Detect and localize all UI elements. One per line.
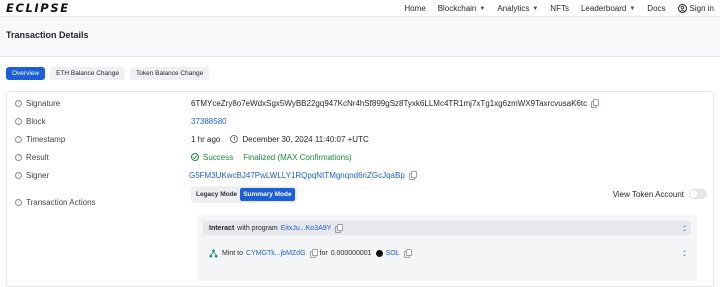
mint-for-text: for xyxy=(319,249,328,257)
check-circle-icon xyxy=(191,153,199,161)
chevron-down-icon: ▼ xyxy=(532,5,539,12)
main-nav: Home Blockchain ▼ Analytics ▼ NFTs Leaderb… xyxy=(392,0,714,17)
copy-icon[interactable] xyxy=(403,249,412,258)
mint-amount: 0.000000001 xyxy=(330,249,372,257)
mint-prefix: Mint to xyxy=(222,249,244,257)
chevron-down-icon: ▼ xyxy=(629,5,636,12)
nav-nfts-label: NFTs xyxy=(550,4,569,13)
signin-label: Sign in xyxy=(689,4,714,13)
nav-docs-label: Docs xyxy=(647,4,666,13)
nav-home-label: Home xyxy=(404,4,426,13)
nav-nfts[interactable]: NFTs xyxy=(550,4,569,13)
help-icon[interactable]: ? xyxy=(15,198,22,206)
result-value-group: Success Finalized (MAX Confirmations) xyxy=(191,153,352,162)
tab-token-balance-change[interactable]: Token Balance Change xyxy=(129,67,210,80)
interact-prefix: Interact xyxy=(209,224,235,232)
program-link[interactable]: EitxJu...Ko3A9Y xyxy=(281,225,332,232)
sol-token-icon xyxy=(375,249,383,257)
user-icon xyxy=(677,4,687,13)
result-label-group: ? Result xyxy=(15,153,191,162)
timestamp-value-group: 1 hr ago December 30, 2024 11:40:07 +UTC xyxy=(191,135,369,144)
transaction-panel: Overview ETH Balance Change Token Balanc… xyxy=(0,56,720,287)
timestamp-absolute: December 30, 2024 11:40:07 +UTC xyxy=(242,134,369,144)
block-label-group: ? Block xyxy=(15,117,191,126)
view-token-account-label: View Token Account xyxy=(612,189,684,199)
nav-leaderboard-label: Leaderboard xyxy=(580,4,627,13)
help-icon[interactable]: ? xyxy=(15,153,22,161)
interact-action-row[interactable]: Interact with program EitxJu...Ko3A9Y ⌄ ⌄ xyxy=(203,221,691,235)
signer-link[interactable]: G5FM3UKwcBJ47PwLWLLY1RQpqNtTMgnqnd6nZGcJ… xyxy=(189,171,405,180)
tab-overview[interactable]: Overview xyxy=(6,67,46,80)
signer-label-group: ? Signer xyxy=(15,171,191,180)
copy-icon[interactable] xyxy=(408,171,417,180)
actions-label-group: ? Transaction Actions xyxy=(15,198,191,207)
nav-home[interactable]: Home xyxy=(404,4,425,13)
actions-label: Transaction Actions xyxy=(26,197,96,207)
timestamp-row: ? Timestamp 1 hr ago December 30, 2024 11:… xyxy=(15,133,705,145)
legacy-mode-button[interactable]: Legacy Mode xyxy=(193,188,240,201)
nav-docs[interactable]: Docs xyxy=(647,4,665,13)
timestamp-label: Timestamp xyxy=(26,134,66,144)
actions-list: Interact with program EitxJu...Ko3A9Y ⌄ ⌄… xyxy=(197,215,697,281)
mint-recipient-link[interactable]: CYMGTk...jbMZdG xyxy=(246,250,306,257)
nav-analytics[interactable]: Analytics ▼ xyxy=(497,4,538,13)
nav-blockchain[interactable]: Blockchain ▼ xyxy=(438,4,486,13)
signer-value-group: G5FM3UKwcBJ47PwLWLLY1RQpqNtTMgnqnd6nZGcJ… xyxy=(189,171,417,180)
block-value-group: 37388580 xyxy=(191,117,227,126)
detail-tabs: Overview ETH Balance Change Token Balanc… xyxy=(6,67,214,80)
result-row: ? Result Success Finalized (MAX Confirmat… xyxy=(15,151,705,163)
timestamp-label-group: ? Timestamp xyxy=(15,135,191,144)
help-icon[interactable]: ? xyxy=(15,171,22,179)
result-finality: Finalized (MAX Confirmations) xyxy=(243,152,352,162)
signature-row: ? Signature 6TMYceZry8o7eWdxSgx5WyBB22gq9… xyxy=(15,97,705,109)
nav-blockchain-label: Blockchain xyxy=(437,4,477,13)
mint-icon xyxy=(209,248,218,258)
brand-logo[interactable]: ECLIPSE xyxy=(6,1,70,15)
chevron-down-icon: ▼ xyxy=(479,5,486,12)
timestamp-relative: 1 hr ago xyxy=(191,134,221,144)
help-icon[interactable]: ? xyxy=(15,99,22,107)
result-status: Success xyxy=(203,152,234,162)
signin-button[interactable]: Sign in xyxy=(677,4,714,13)
top-navbar: ECLIPSE Home Blockchain ▼ Analytics ▼ NFTs… xyxy=(0,0,720,17)
view-token-account-toggle[interactable] xyxy=(689,189,707,199)
signature-label: Signature xyxy=(26,98,61,108)
result-label: Result xyxy=(26,152,49,162)
signature-value: 6TMYceZry8o7eWdxSgx5WyBB22gq947KcNr4hSf8… xyxy=(191,98,588,108)
interact-text: with program xyxy=(237,224,278,232)
view-token-account-control: View Token Account xyxy=(613,189,707,199)
transaction-actions: Legacy Mode Summary Mode View Token Acco… xyxy=(191,186,707,286)
token-link[interactable]: SOL xyxy=(386,250,400,257)
copy-icon[interactable] xyxy=(335,224,344,233)
block-label: Block xyxy=(26,116,46,126)
title-bar: Transaction Details xyxy=(0,17,720,55)
mint-action-row[interactable]: Mint to CYMGTk...jbMZdG for 0.000000001 … xyxy=(203,246,691,260)
signer-row: ? Signer G5FM3UKwcBJ47PwLWLLY1RQpqNtTMgnq… xyxy=(15,169,705,181)
copy-icon[interactable] xyxy=(591,99,600,108)
signer-label: Signer xyxy=(26,170,50,180)
copy-icon[interactable] xyxy=(309,249,318,258)
mode-switch: Legacy Mode Summary Mode xyxy=(191,186,297,203)
signature-value-group: 6TMYceZry8o7eWdxSgx5WyBB22gq947KcNr4hSf8… xyxy=(191,98,600,108)
nav-leaderboard[interactable]: Leaderboard ▼ xyxy=(581,4,635,13)
help-icon[interactable]: ? xyxy=(15,117,22,125)
expand-icon[interactable]: ⌄ ⌄ xyxy=(682,223,687,233)
block-link[interactable]: 37388580 xyxy=(191,117,227,126)
tab-eth-balance-change[interactable]: ETH Balance Change xyxy=(50,67,125,80)
signature-label-group: ? Signature xyxy=(15,99,191,108)
details-card: ? Signature 6TMYceZry8o7eWdxSgx5WyBB22gq9… xyxy=(6,91,714,287)
clock-icon xyxy=(230,135,239,143)
page-title: Transaction Details xyxy=(6,30,89,40)
expand-icon[interactable]: ⌄ ⌄ xyxy=(682,248,687,258)
help-icon[interactable]: ? xyxy=(15,135,22,143)
block-row: ? Block 37388580 xyxy=(15,115,705,127)
summary-mode-button[interactable]: Summary Mode xyxy=(240,188,295,201)
nav-analytics-label: Analytics xyxy=(497,4,530,13)
